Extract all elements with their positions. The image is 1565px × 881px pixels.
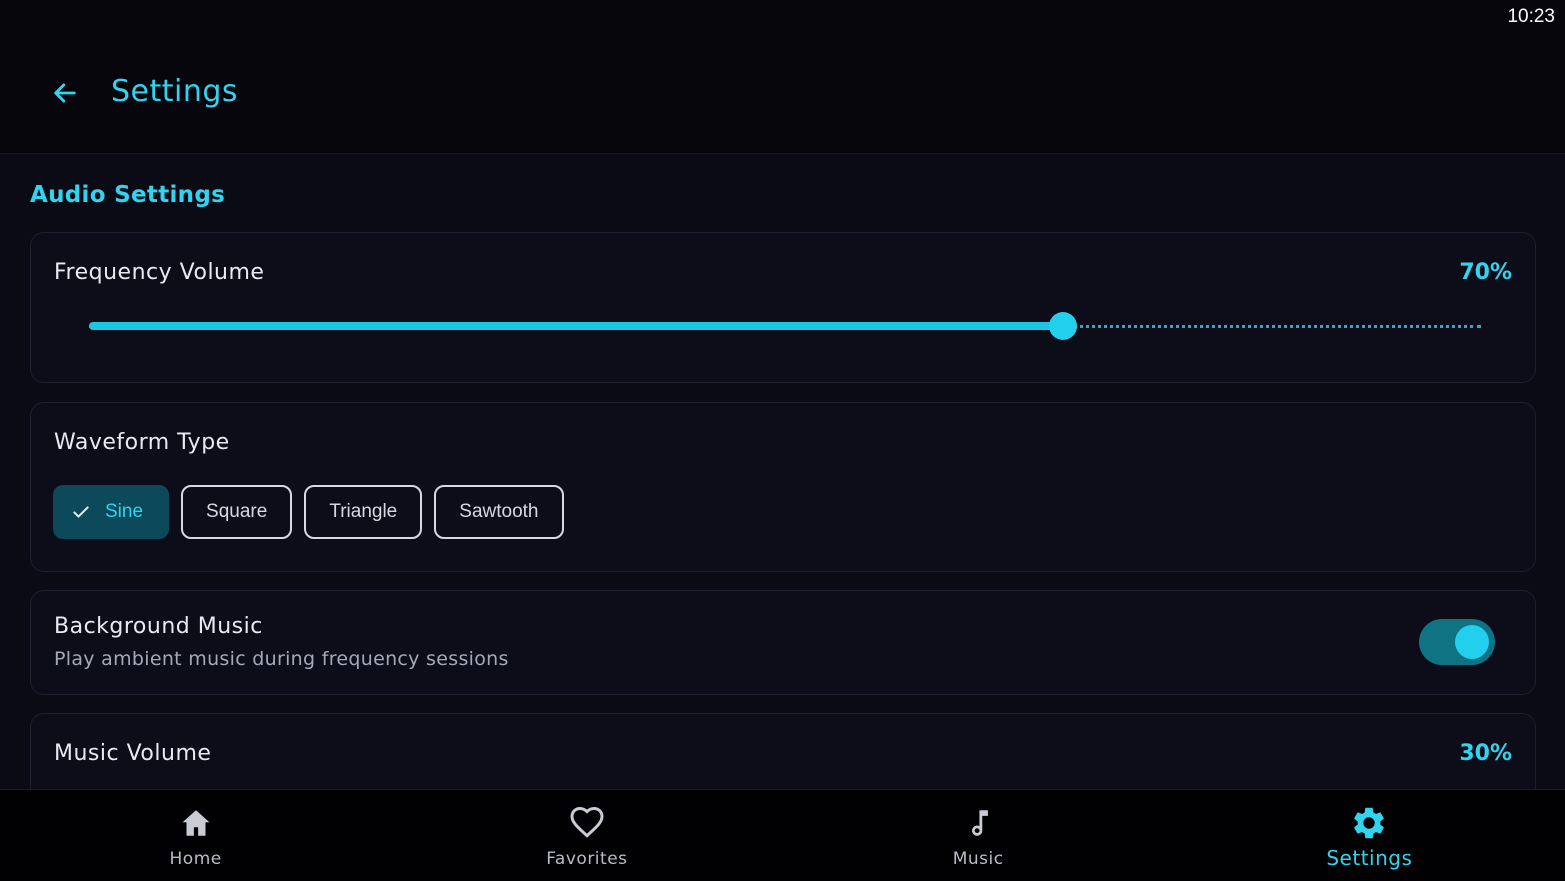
frequency-volume-value: 70% <box>1459 260 1512 285</box>
toggle-knob <box>1455 625 1489 659</box>
page-title: Settings <box>111 74 239 109</box>
chip-triangle[interactable]: Triangle <box>304 485 423 539</box>
music-note-icon <box>959 804 997 842</box>
background-music-label: Background Music <box>54 614 263 639</box>
nav-label: Settings <box>1326 846 1413 870</box>
chip-sine[interactable]: Sine <box>53 485 170 539</box>
nav-music[interactable]: Music <box>783 790 1174 881</box>
status-time: 10:23 <box>1507 6 1555 27</box>
chip-label: Sine <box>105 501 144 522</box>
gear-icon <box>1350 804 1388 842</box>
nav-home[interactable]: Home <box>0 790 391 881</box>
background-music-description: Play ambient music during frequency sess… <box>54 648 509 670</box>
chip-label: Triangle <box>329 501 398 522</box>
back-button[interactable] <box>44 74 86 116</box>
waveform-chip-group: Sine Square Triangle Sawtooth <box>53 485 564 539</box>
section-title-audio: Audio Settings <box>30 182 226 208</box>
music-volume-label: Music Volume <box>54 741 212 766</box>
slider-track-active <box>89 322 1064 330</box>
bottom-nav: Home Favorites Music Settings <box>0 789 1565 881</box>
arrow-left-icon <box>51 79 79 111</box>
music-volume-value: 30% <box>1459 741 1512 766</box>
frequency-volume-slider[interactable] <box>89 311 1481 341</box>
status-bar: 10:23 <box>0 0 1565 40</box>
heart-icon <box>568 804 606 842</box>
background-music-toggle[interactable] <box>1419 619 1495 665</box>
home-icon <box>177 804 215 842</box>
slider-thumb[interactable] <box>1049 312 1078 340</box>
frequency-volume-label: Frequency Volume <box>54 260 265 285</box>
nav-label: Home <box>169 849 222 869</box>
nav-label: Music <box>952 849 1004 869</box>
music-volume-card: Music Volume 30% <box>30 713 1536 789</box>
chip-square[interactable]: Square <box>181 485 293 539</box>
settings-content[interactable]: Audio Settings Frequency Volume 70% Wave… <box>0 154 1565 789</box>
chip-label: Square <box>206 501 268 522</box>
waveform-label: Waveform Type <box>54 430 230 455</box>
check-icon <box>71 502 91 522</box>
app-bar: Settings <box>0 40 1565 154</box>
chip-sawtooth[interactable]: Sawtooth <box>434 485 564 539</box>
nav-favorites[interactable]: Favorites <box>391 790 782 881</box>
background-music-card: Background Music Play ambient music duri… <box>30 590 1536 695</box>
chip-label: Sawtooth <box>459 501 539 522</box>
frequency-volume-card: Frequency Volume 70% <box>30 232 1536 383</box>
waveform-card: Waveform Type Sine Square Triangle Sawto… <box>30 402 1536 572</box>
nav-label: Favorites <box>546 849 628 869</box>
nav-settings[interactable]: Settings <box>1174 790 1565 881</box>
